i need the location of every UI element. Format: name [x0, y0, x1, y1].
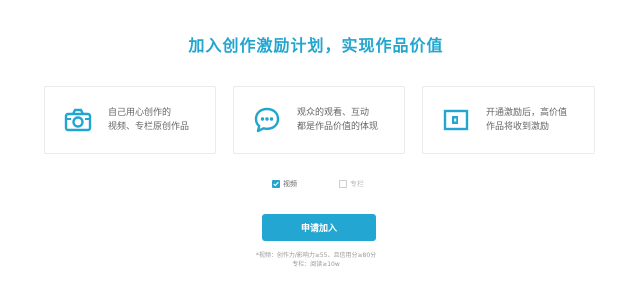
card-incentive: 开通激励后，高价值 作品将收到激励	[422, 86, 595, 154]
card-original-works: 自己用心创作的 视频、专栏原创作品	[44, 86, 216, 154]
card-line: 自己用心创作的	[108, 108, 172, 118]
card-line: 都是作品价值的体现	[297, 122, 379, 132]
content-type-options: 视频 专栏	[0, 179, 632, 193]
video-checkbox-label: 视频	[283, 180, 297, 188]
apply-join-button[interactable]: 申请加入	[262, 214, 376, 241]
card-line: 作品将收到激励	[486, 122, 550, 132]
camera-icon	[63, 105, 93, 135]
checkbox-unchecked-icon[interactable]	[339, 180, 347, 188]
column-checkbox[interactable]: 专栏	[339, 179, 364, 189]
card-line: 视频、专栏原创作品	[108, 122, 190, 132]
card-line: 观众的观看、互动	[297, 108, 370, 118]
page-title: 加入创作激励计划，实现作品价值	[188, 36, 444, 55]
video-checkbox[interactable]: 视频	[272, 179, 297, 189]
checkbox-checked-icon[interactable]	[272, 180, 280, 188]
card-line: 开通激励后，高价值	[486, 108, 568, 118]
column-checkbox-label: 专栏	[350, 180, 364, 188]
requirement-note-column: 专栏：阅读≥10w	[292, 261, 340, 268]
requirement-note-video: *视频：创作力/影响力≥55、且信用分≥80分	[255, 252, 377, 259]
chat-bubble-icon	[252, 105, 282, 135]
card-audience-value: 观众的观看、互动 都是作品价值的体现	[233, 86, 405, 154]
wallet-icon	[441, 105, 471, 135]
